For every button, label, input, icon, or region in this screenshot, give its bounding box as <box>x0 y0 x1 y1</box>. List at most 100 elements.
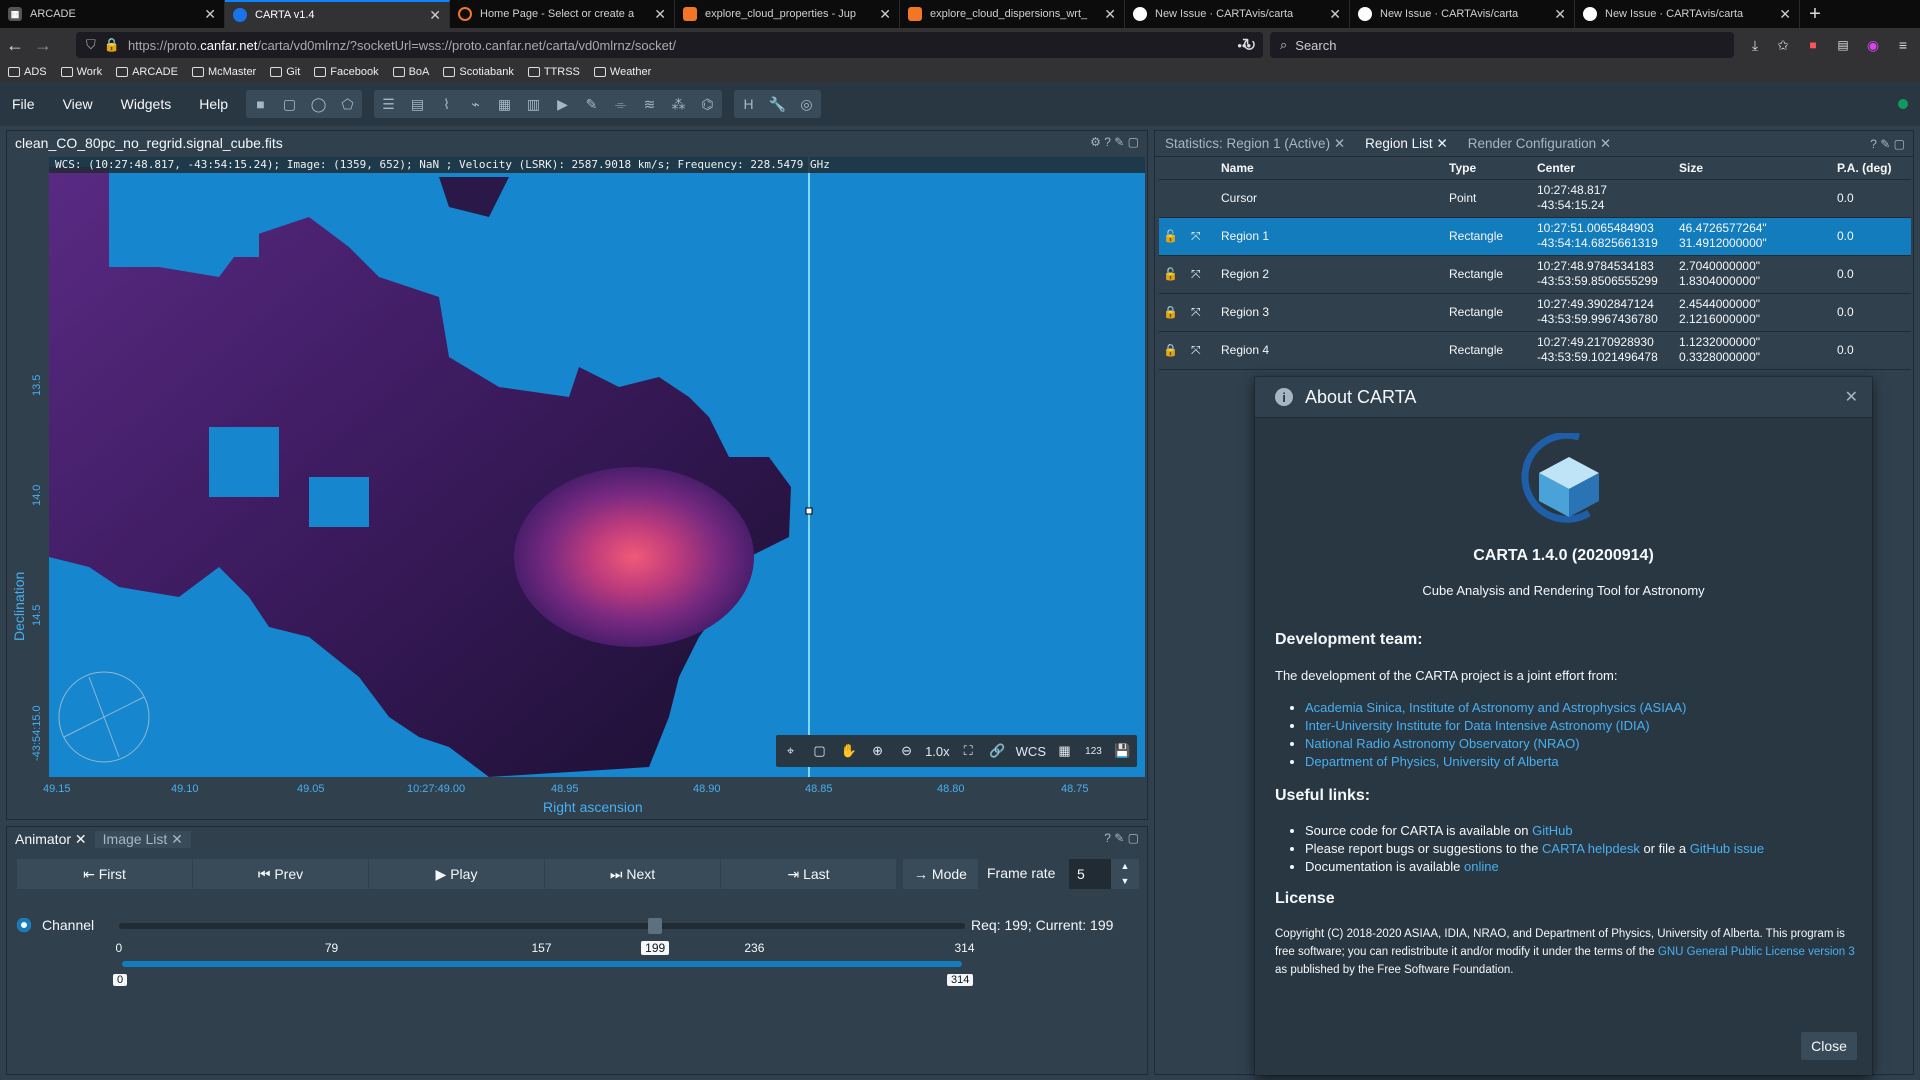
browser-tab[interactable]: New Issue · CARTAvis/carta ✕ <box>1125 0 1350 28</box>
close-tab-icon[interactable]: ✕ <box>1334 136 1345 152</box>
help-icon[interactable]: ? <box>1870 137 1877 151</box>
menu-widgets[interactable]: Widgets <box>121 96 172 112</box>
crosshair-icon[interactable]: ⌖ <box>776 735 805 767</box>
channel-slider-handle[interactable] <box>648 918 663 934</box>
pin-icon[interactable]: ✎ <box>1114 135 1124 149</box>
lock-icon[interactable]: 🔒 <box>1159 331 1187 370</box>
frame-rate-stepper[interactable]: ▲ ▼ <box>1111 859 1139 889</box>
wcs-toggle[interactable]: WCS <box>1012 735 1050 767</box>
close-tab-icon[interactable]: ✕ <box>654 6 666 23</box>
tab-animator[interactable]: Animator ✕ <box>7 831 95 848</box>
maximize-icon[interactable]: ▢ <box>1128 831 1139 845</box>
browser-tab[interactable]: New Issue · CARTAvis/carta ✕ <box>1575 0 1800 28</box>
next-button[interactable]: ⏭ Next <box>545 859 721 889</box>
settings-gear-icon[interactable]: ⚙ <box>1090 135 1101 149</box>
region-row[interactable]: Cursor Point 10:27:48.817 -43:54:15.24 0.0 <box>1159 179 1911 218</box>
close-tab-icon[interactable]: ✕ <box>1554 6 1566 23</box>
chevron-down-icon[interactable]: ▼ <box>1111 874 1139 889</box>
animator-icon[interactable]: ▶ <box>548 90 577 118</box>
maximize-icon[interactable]: ▢ <box>1894 137 1905 151</box>
profile-icon[interactable]: ◉ <box>1860 37 1886 54</box>
prev-button[interactable]: ⏮ Prev <box>193 859 369 889</box>
help-icon[interactable]: ? <box>1104 135 1111 149</box>
reload-icon[interactable]: ↻ <box>1236 35 1262 56</box>
helpdesk-link[interactable]: CARTA helpdesk <box>1542 841 1640 856</box>
tab-statistics[interactable]: Statistics: Region 1 (Active) ✕ <box>1155 131 1355 156</box>
link-icon[interactable]: 🔗 <box>983 735 1012 767</box>
url-bar[interactable]: ⛉ 🔒 https://proto. canfar.net/carta/vd0mlrn… <box>76 32 1263 58</box>
pin-icon[interactable]: ✎ <box>1114 831 1124 845</box>
region-row[interactable]: 🔓 ⤧ Region 1 Rectangle 10:27:51.0065484903 -4… <box>1159 217 1911 256</box>
channel-slider-track[interactable] <box>119 923 965 929</box>
rectangle-region-icon[interactable]: ▢ <box>275 90 304 118</box>
layers-icon[interactable]: ≋ <box>635 90 664 118</box>
close-tab-icon[interactable]: ✕ <box>171 831 183 847</box>
close-icon[interactable]: ✕ <box>1845 387 1858 407</box>
menu-file[interactable]: File <box>12 96 35 112</box>
zoom-in-icon[interactable]: ⊕ <box>863 735 892 767</box>
stokes-icon[interactable]: ⌯ <box>606 90 635 118</box>
maximize-icon[interactable]: ▢ <box>1128 135 1139 149</box>
image-canvas[interactable]: ⌖ ▢ ✋ ⊕ ⊖ 1.0x ⛶ 🔗 WCS ▦ 123 💾 <box>49 157 1145 777</box>
bookmark-item[interactable]: Weather <box>593 66 651 78</box>
range-slider-fill[interactable] <box>122 961 962 967</box>
online-docs-link[interactable]: online <box>1464 859 1499 874</box>
range-max-label[interactable]: 314 <box>947 974 974 986</box>
focus-region-icon[interactable]: ⤧ <box>1187 331 1215 370</box>
ellipse-region-icon[interactable]: ◯ <box>304 90 333 118</box>
search-bar[interactable]: ⌕ Search <box>1270 32 1734 58</box>
reader-icon[interactable]: ▤ <box>1830 38 1856 52</box>
back-arrow-icon[interactable]: ← <box>2 35 28 56</box>
download-icon[interactable]: ⤓ <box>1742 37 1768 54</box>
spatial-profiler-icon[interactable]: ⌇ <box>432 90 461 118</box>
region-select-icon[interactable]: ▢ <box>805 735 834 767</box>
focus-region-icon[interactable] <box>1187 179 1215 218</box>
pin-icon[interactable]: ✎ <box>1880 137 1890 151</box>
close-tab-icon[interactable]: ✕ <box>879 6 891 23</box>
github-issue-link[interactable]: GitHub issue <box>1690 841 1764 856</box>
new-tab-icon[interactable]: + <box>1800 0 1830 28</box>
close-tab-icon[interactable]: ✕ <box>75 831 87 847</box>
close-tab-icon[interactable]: ✕ <box>1104 6 1116 23</box>
polygon-region-icon[interactable]: ⬠ <box>333 90 362 118</box>
institution-link[interactable]: Academia Sinica, Institute of Astronomy … <box>1305 699 1687 717</box>
browser-tab-active[interactable]: CARTA v1.4 ✕ <box>225 0 450 28</box>
close-tab-icon[interactable]: ✕ <box>429 7 441 24</box>
menu-view[interactable]: View <box>63 96 93 112</box>
close-tab-icon[interactable]: ✕ <box>204 6 216 23</box>
play-button[interactable]: ▶ Play <box>369 859 545 889</box>
tab-render-configuration[interactable]: Render Configuration ✕ <box>1458 131 1621 156</box>
channel-radio[interactable] <box>17 918 31 932</box>
region-handle[interactable] <box>805 507 813 515</box>
bookmark-item[interactable]: ARCADE <box>116 66 178 78</box>
log-widget-icon[interactable]: ☰ <box>374 90 403 118</box>
extension-icon[interactable]: ■ <box>1800 38 1826 52</box>
unlock-icon[interactable]: 🔓 <box>1159 217 1187 256</box>
help-icon[interactable]: ? <box>1104 831 1111 845</box>
lock-icon[interactable]: 🔒 <box>1159 293 1187 332</box>
catalog-icon[interactable]: ⁂ <box>664 90 693 118</box>
range-min-label[interactable]: 0 <box>113 974 128 986</box>
bookmark-item[interactable]: McMaster <box>191 66 256 78</box>
close-tab-icon[interactable]: ✕ <box>1436 136 1447 152</box>
chevron-up-icon[interactable]: ▲ <box>1111 859 1139 874</box>
render-config-icon[interactable]: ✎ <box>577 90 606 118</box>
browser-tab[interactable]: explore_cloud_dispersions_wrt_ ✕ <box>900 0 1125 28</box>
region-row[interactable]: 🔒 ⤧ Region 4 Rectangle 10:27:49.2170928930 -4… <box>1159 331 1911 370</box>
gpl-link[interactable]: GNU General Public License version 3 <box>1658 946 1855 958</box>
bookmark-item[interactable]: ADS <box>8 66 47 78</box>
zoom-level[interactable]: 1.0x <box>921 735 954 767</box>
histogram-icon[interactable]: ▥ <box>519 90 548 118</box>
file-header-icon[interactable]: ▤ <box>403 90 432 118</box>
frame-rate-input[interactable]: 5 <box>1069 859 1117 889</box>
tab-region-list[interactable]: Region List ✕ <box>1355 131 1458 156</box>
star-icon[interactable]: ✩ <box>1770 37 1796 54</box>
focus-region-icon[interactable]: ⤧ <box>1187 293 1215 332</box>
bookmark-item[interactable]: BoA <box>392 66 429 78</box>
tab-image-list[interactable]: Image List ✕ <box>94 830 191 848</box>
hdu-icon[interactable]: H <box>734 90 763 118</box>
mode-button[interactable]: → Mode <box>903 859 979 889</box>
contour-icon[interactable]: ◎ <box>792 90 821 118</box>
region-row[interactable]: 🔒 ⤧ Region 3 Rectangle 10:27:49.3902847124 -4… <box>1159 293 1911 332</box>
close-button[interactable]: Close <box>1800 1031 1858 1061</box>
